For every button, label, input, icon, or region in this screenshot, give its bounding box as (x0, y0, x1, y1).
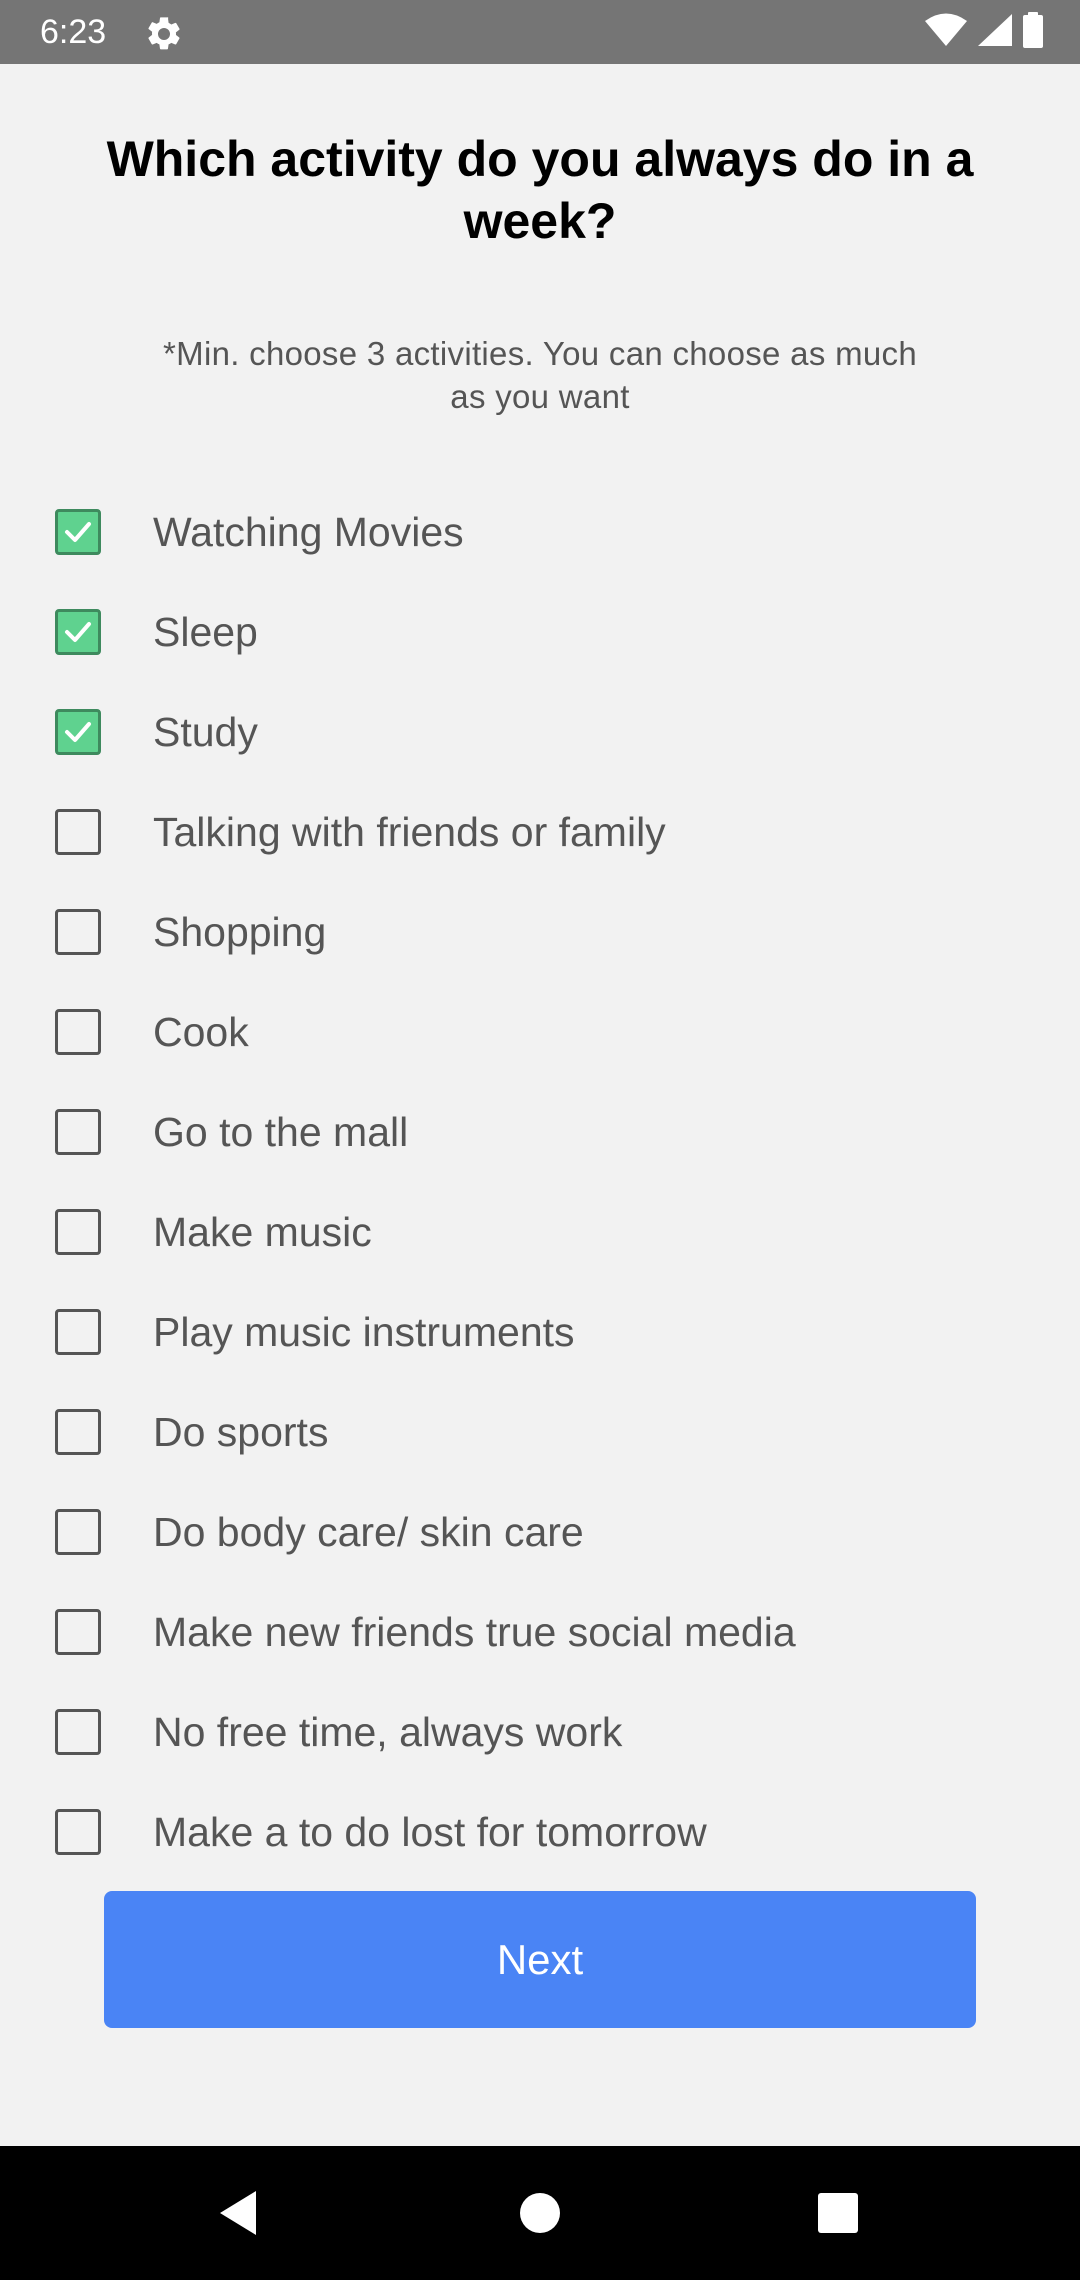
checkbox-unchecked[interactable] (55, 1209, 101, 1255)
activity-label: Shopping (153, 909, 327, 955)
activity-label: Go to the mall (153, 1109, 409, 1155)
checkbox-unchecked[interactable] (55, 1409, 101, 1455)
signal-icon (976, 12, 1014, 53)
checkbox-checked[interactable] (55, 509, 101, 555)
activity-option[interactable]: Shopping (0, 882, 1080, 982)
wifi-icon (924, 12, 968, 53)
activity-label: Play music instruments (153, 1309, 575, 1355)
activity-label: Make music (153, 1209, 372, 1255)
status-time: 6:23 (40, 13, 107, 51)
instruction-text: *Min. choose 3 activities. You can choos… (163, 335, 917, 415)
activity-option[interactable]: Sleep (0, 582, 1080, 682)
activity-label: Talking with friends or family (153, 809, 666, 855)
gear-icon (144, 14, 184, 54)
activity-label: Do sports (153, 1409, 329, 1455)
activity-label: Sleep (153, 609, 258, 655)
activity-option[interactable]: Cook (0, 982, 1080, 1082)
activity-option[interactable]: Watching Movies (0, 482, 1080, 582)
activity-label: Make new friends true social media (153, 1609, 796, 1655)
checkbox-unchecked[interactable] (55, 1709, 101, 1755)
checkbox-checked[interactable] (55, 709, 101, 755)
home-icon[interactable] (510, 2183, 570, 2243)
activity-option[interactable]: No free time, always work (0, 1682, 1080, 1782)
page-title: Which activity do you always do in a wee… (106, 131, 974, 249)
checkbox-unchecked[interactable] (55, 809, 101, 855)
battery-icon (1022, 11, 1044, 53)
checkbox-unchecked[interactable] (55, 1109, 101, 1155)
activity-label: Make a to do lost for tomorrow (153, 1809, 707, 1855)
checkbox-unchecked[interactable] (55, 909, 101, 955)
activity-option[interactable]: Do sports (0, 1382, 1080, 1482)
next-button[interactable]: Next (104, 1891, 976, 2028)
activity-label: Do body care/ skin care (153, 1509, 584, 1555)
activity-label: Watching Movies (153, 509, 464, 555)
activity-option[interactable]: Study (0, 682, 1080, 782)
activity-option[interactable]: Make new friends true social media (0, 1582, 1080, 1682)
activity-option[interactable]: Make music (0, 1182, 1080, 1282)
status-bar: 6:23 (0, 0, 1080, 64)
activity-label: No free time, always work (153, 1709, 623, 1755)
activity-option[interactable]: Play music instruments (0, 1282, 1080, 1382)
activity-label: Study (153, 709, 258, 755)
checkbox-unchecked[interactable] (55, 1809, 101, 1855)
checkbox-unchecked[interactable] (55, 1509, 101, 1555)
activity-label: Cook (153, 1009, 249, 1055)
activity-option[interactable]: Do body care/ skin care (0, 1482, 1080, 1582)
status-icons (924, 11, 1044, 53)
back-icon[interactable] (210, 2183, 270, 2243)
checkmark-icon (65, 722, 91, 742)
checkmark-icon (65, 522, 91, 542)
activity-list: Watching Movies Sleep Study Talking with fr… (0, 482, 1080, 1882)
checkbox-unchecked[interactable] (55, 1309, 101, 1355)
checkbox-checked[interactable] (55, 609, 101, 655)
navigation-bar (0, 2146, 1080, 2280)
content: Which activity do you always do in a wee… (0, 64, 1080, 2146)
activity-option[interactable]: Talking with friends or family (0, 782, 1080, 882)
checkbox-unchecked[interactable] (55, 1609, 101, 1655)
checkbox-unchecked[interactable] (55, 1009, 101, 1055)
recents-icon[interactable] (808, 2183, 868, 2243)
activity-option[interactable]: Go to the mall (0, 1082, 1080, 1182)
checkmark-icon (65, 622, 91, 642)
activity-option[interactable]: Make a to do lost for tomorrow (0, 1782, 1080, 1882)
